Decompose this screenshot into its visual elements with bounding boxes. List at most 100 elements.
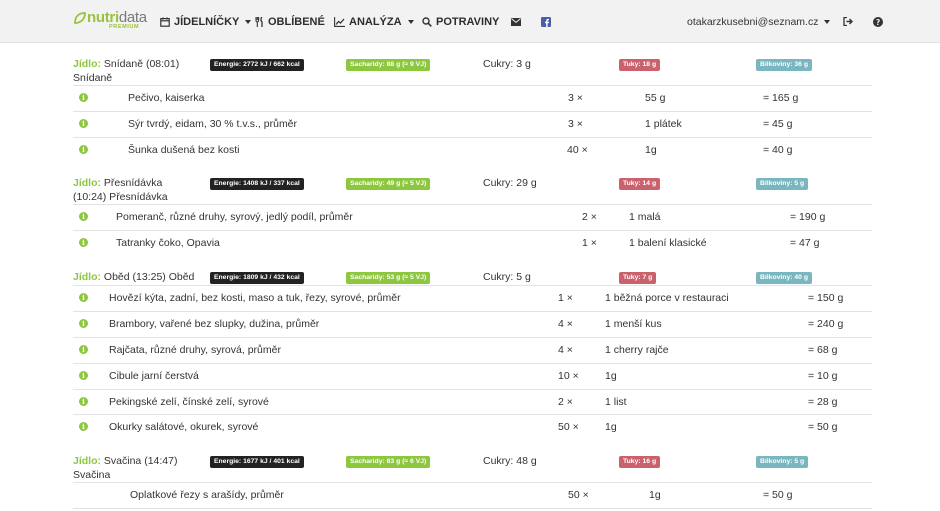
search-icon <box>422 16 432 27</box>
food-unit: 1 malá <box>629 211 661 223</box>
info-icon[interactable]: i <box>79 212 88 221</box>
protein-badge: Bílkoviny: 40 g <box>756 272 812 284</box>
food-row: i Pomeranč, různé druhy, syrový, jedlý p… <box>73 204 872 230</box>
menu-oblibene[interactable]: OBLÍBENÉ <box>255 14 325 29</box>
food-unit: 1 cherry rajče <box>605 344 669 356</box>
food-name: Tatranky čoko, Opavia <box>116 237 220 249</box>
email-link[interactable] <box>511 14 521 29</box>
food-unit: 1 list <box>605 396 627 408</box>
sugar-value: Cukry: 3 g <box>483 58 531 70</box>
food-total: = 150 g <box>808 292 844 304</box>
logo-premium-label: PREMIUM <box>109 24 140 30</box>
info-icon[interactable]: i <box>79 293 88 302</box>
energy-badge: Energie: 1677 kJ / 401 kcal <box>210 456 304 468</box>
food-total: = 28 g <box>808 396 838 408</box>
menu-potraviny[interactable]: POTRAVINY <box>422 14 499 29</box>
info-icon[interactable]: i <box>79 422 88 431</box>
info-icon[interactable]: i <box>79 93 88 102</box>
food-unit: 1g <box>605 421 617 433</box>
food-name: Cibule jarní čerstvá <box>109 370 199 382</box>
energy-badge: Energie: 1408 kJ / 337 kcal <box>210 178 304 190</box>
user-account-menu[interactable]: otakarzkusebni@seznam.cz <box>687 14 831 29</box>
line-chart-icon <box>334 16 345 27</box>
info-icon[interactable]: i <box>79 397 88 406</box>
carbs-badge: Sacharidy: 49 g (≈ 5 VJ) <box>346 178 431 190</box>
food-count: 2 × <box>558 396 573 408</box>
food-row: i Pečivo, kaiserka 3 × 55 g = 165 g <box>73 85 872 111</box>
food-total: = 10 g <box>808 370 838 382</box>
meal-title: Jídlo: Oběd (13:25) Oběd <box>73 271 195 283</box>
food-count: 3 × <box>568 92 583 104</box>
sugar-value: Cukry: 29 g <box>483 177 537 189</box>
food-row: i Šunka dušená bez kosti 40 × 1g = 40 g <box>73 137 872 163</box>
food-name: Okurky salátové, okurek, syrové <box>109 421 259 433</box>
chevron-down-icon <box>407 19 414 24</box>
facebook-icon <box>541 16 551 27</box>
food-unit: 55 g <box>645 92 666 104</box>
food-name: Hovězí kýta, zadní, bez kosti, maso a tu… <box>109 292 401 304</box>
food-row: i Sýr tvrdý, eidam, 30 % t.v.s., průměr … <box>73 111 872 137</box>
food-unit: 1 běžná porce v restauraci <box>605 292 729 304</box>
food-count: 4 × <box>558 344 573 356</box>
info-icon[interactable]: i <box>79 345 88 354</box>
food-name: Pečivo, kaiserka <box>128 92 205 104</box>
food-row: i Okurky salátové, okurek, syrové 50 × 1… <box>73 414 872 440</box>
meal-subtitle: Snídaně <box>73 72 113 84</box>
food-count: 3 × <box>568 118 583 130</box>
logout-button[interactable] <box>843 14 853 29</box>
info-icon[interactable]: i <box>79 119 88 128</box>
carbs-badge: Sacharidy: 53 g (≈ 5 VJ) <box>346 272 431 284</box>
fat-badge: Tuky: 16 g <box>619 456 661 468</box>
food-row: i Brambory, vařené bez slupky, dužina, p… <box>73 311 872 337</box>
food-row: i Rajčata, různé druhy, syrová, průměr 4… <box>73 337 872 363</box>
food-total: = 50 g <box>763 489 793 501</box>
food-total: = 68 g <box>808 344 838 356</box>
meal-title: Jídlo: Přesnídávka <box>73 177 163 189</box>
question-circle-icon: ? <box>873 16 883 27</box>
menu-analyza-label: ANALÝZA <box>349 15 402 28</box>
sugar-value: Cukry: 5 g <box>483 271 531 283</box>
food-row: i Oplatkové řezy s arašídy, průměr 50 × … <box>73 482 872 509</box>
food-name: Sýr tvrdý, eidam, 30 % t.v.s., průměr <box>128 118 298 130</box>
top-navbar: nutridata PREMIUM JÍDELNÍČKY OBLÍBENÉ AN… <box>0 0 940 43</box>
menu-jidelnicky[interactable]: JÍDELNÍČKY <box>160 14 252 29</box>
food-unit: 1 plátek <box>645 118 682 130</box>
help-button[interactable]: ? <box>873 14 883 29</box>
food-unit: 1 menší kus <box>605 318 662 330</box>
energy-badge: Energie: 1809 kJ / 432 kcal <box>210 272 304 284</box>
food-name: Šunka dušená bez kosti <box>128 144 240 156</box>
info-icon[interactable]: i <box>79 238 88 247</box>
food-count: 1 × <box>558 292 573 304</box>
info-icon[interactable]: i <box>79 145 88 154</box>
menu-oblibene-label: OBLÍBENÉ <box>268 15 325 28</box>
meal-title: Jídlo: Snídaně (08:01) <box>73 58 180 70</box>
chevron-down-icon <box>245 19 252 24</box>
food-total: = 47 g <box>790 237 820 249</box>
info-icon[interactable]: i <box>79 319 88 328</box>
user-email: otakarzkusebni@seznam.cz <box>687 15 819 28</box>
food-total: = 45 g <box>763 118 793 130</box>
food-name: Brambory, vařené bez slupky, dužina, prů… <box>109 318 320 330</box>
food-name: Oplatkové řezy s arašídy, průměr <box>130 489 284 501</box>
food-unit: 1g <box>649 489 661 501</box>
menu-analyza[interactable]: ANALÝZA <box>334 14 414 29</box>
sign-out-icon <box>843 17 853 26</box>
food-count: 40 × <box>567 144 588 156</box>
protein-badge: Bílkoviny: 5 g <box>756 456 809 468</box>
facebook-link[interactable] <box>541 14 551 29</box>
fat-badge: Tuky: 18 g <box>619 59 661 71</box>
food-unit: 1g <box>605 370 617 382</box>
leaf-logo-icon <box>74 12 86 24</box>
food-count: 10 × <box>558 370 579 382</box>
calendar-icon <box>160 16 170 27</box>
food-count: 2 × <box>582 211 597 223</box>
food-total: = 190 g <box>790 211 826 223</box>
food-name: Pekingské zelí, čínské zelí, syrové <box>109 396 269 408</box>
svg-text:?: ? <box>876 17 880 26</box>
info-icon[interactable]: i <box>79 371 88 380</box>
fat-badge: Tuky: 14 g <box>619 178 661 190</box>
cutlery-icon <box>255 16 263 27</box>
food-total: = 40 g <box>763 144 793 156</box>
meal-subtitle: Svačina <box>73 469 111 481</box>
food-count: 4 × <box>558 318 573 330</box>
